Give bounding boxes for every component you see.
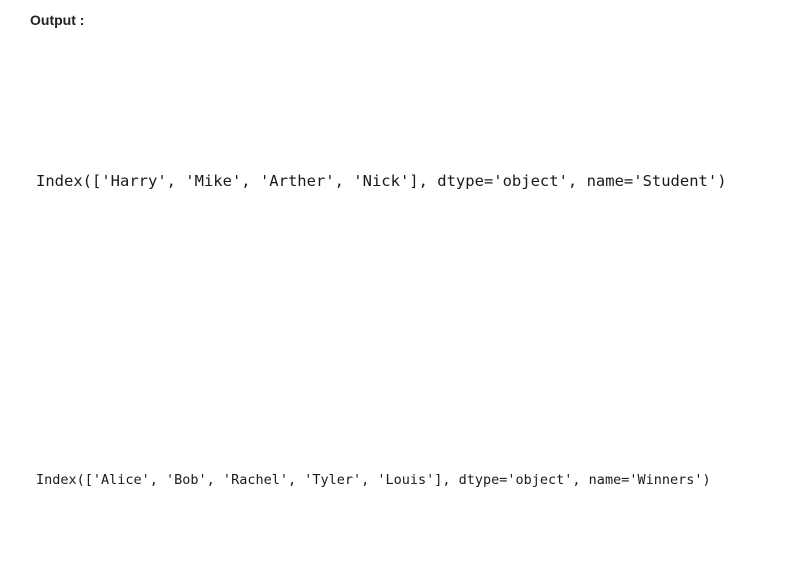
winners-index-output: Index(['Alice', 'Bob', 'Rachel', 'Tyler'… [36, 472, 711, 488]
student-index-output: Index(['Harry', 'Mike', 'Arther', 'Nick'… [36, 172, 727, 190]
output-heading: Output : [30, 12, 85, 28]
